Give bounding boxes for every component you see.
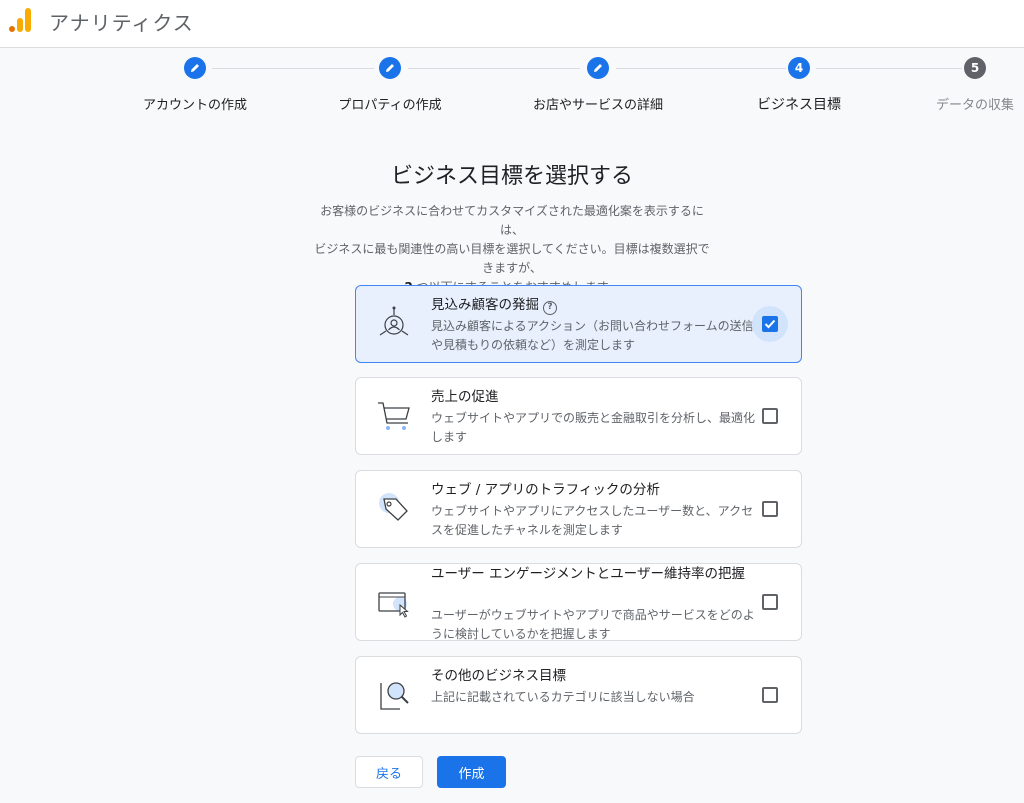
setup-stepper: 4 5 アカウントの作成 プロパティの作成 お店やサービスの詳細 ビジネス目標 …: [0, 48, 1024, 128]
objective-checkbox[interactable]: [762, 408, 778, 424]
page-title: ビジネス目標を選択する: [390, 164, 633, 189]
objective-checkbox[interactable]: [762, 687, 778, 703]
objective-checkbox-wrap[interactable]: [752, 398, 788, 434]
objective-title: ユーザー エンゲージメントとユーザー維持率の把握: [431, 566, 745, 582]
tag-icon: [379, 493, 408, 521]
step-2-edit-icon[interactable]: [379, 57, 401, 79]
objective-title: 売上の促進: [431, 389, 499, 405]
objective-checkbox-wrap[interactable]: [752, 677, 788, 713]
app-title: アナリティクス: [49, 11, 194, 35]
pencil-icon: [386, 64, 394, 72]
pencil-icon: [594, 64, 602, 72]
step-4-number: 4: [788, 57, 810, 79]
step-connector: [616, 68, 786, 69]
objective-checkbox[interactable]: [762, 501, 778, 517]
objective-card-other[interactable]: その他のビジネス目標 上記に記載されているカテゴリに該当しない場合: [355, 656, 802, 734]
step-3-edit-icon[interactable]: [587, 57, 609, 79]
step-label-account[interactable]: アカウントの作成: [143, 94, 247, 113]
description-line-1: お客様のビジネスに合わせてカスタマイズされた最適化案を表示するには、: [320, 204, 704, 237]
objective-card-web-traffic[interactable]: ウェブ / アプリのトラフィックの分析 ウェブサイトやアプリにアクセスしたユーザ…: [355, 470, 802, 548]
magnifier-icon: [380, 682, 409, 710]
objective-checkbox[interactable]: [762, 594, 778, 610]
objective-checkbox[interactable]: [762, 316, 778, 332]
step-label-property[interactable]: プロパティの作成: [338, 94, 441, 113]
objective-title: その他のビジネス目標: [431, 668, 566, 684]
objective-card-engagement[interactable]: ユーザー エンゲージメントとユーザー維持率の把握 ユーザーがウェブサイトやアプリ…: [355, 563, 802, 641]
lead-icon: [379, 306, 409, 336]
step-connector: [212, 68, 374, 69]
objective-title: ウェブ / アプリのトラフィックの分析: [431, 482, 660, 498]
objective-title: 見込み顧客の発掘?: [431, 296, 761, 315]
create-button[interactable]: 作成: [437, 756, 506, 788]
description-line-2: ビジネスに最も関連性の高い目標を選択してください。目標は複数選択できますが、: [314, 242, 710, 275]
back-button[interactable]: 戻る: [355, 756, 423, 788]
objective-checkbox-wrap[interactable]: [752, 306, 788, 342]
objective-checkbox-wrap[interactable]: [752, 584, 788, 620]
step-label-data-collection: データの収集: [935, 98, 1015, 113]
step-label-business-objectives: ビジネス目標: [757, 97, 841, 113]
analytics-logo-icon: [9, 8, 31, 32]
step-label-business-details[interactable]: お店やサービスの詳細: [533, 94, 663, 113]
page-description: お客様のビジネスに合わせてカスタマイズされた最適化案を表示するには、 ビジネスに…: [312, 202, 712, 297]
objective-description: 上記に記載されているカテゴリに該当しない場合: [431, 690, 695, 704]
objective-title-text: 見込み顧客の発掘: [431, 297, 539, 313]
browser-cursor-icon: [378, 592, 409, 618]
objective-description: ウェブサイトやアプリにアクセスしたユーザー数と、アクセスを促進したチャネルを測定…: [431, 504, 754, 537]
step-1-edit-icon[interactable]: [184, 57, 206, 79]
step-connector: [408, 68, 580, 69]
objective-card-lead-generation[interactable]: 見込み顧客の発掘? 見込み顧客によるアクション（お問い合わせフォームの送信や見積…: [355, 285, 802, 363]
objective-card-drive-sales[interactable]: 売上の促進 ウェブサイトやアプリでの販売と金融取引を分析し、最適化します: [355, 377, 802, 455]
top-bar: アナリティクス: [0, 0, 1024, 48]
step-5-number: 5: [964, 57, 986, 79]
objective-description: ユーザーがウェブサイトやアプリで商品やサービスをどのように検討しているかを把握し…: [431, 608, 755, 641]
help-icon[interactable]: ?: [543, 301, 557, 315]
step-connector: [816, 68, 962, 69]
objective-description: 見込み顧客によるアクション（お問い合わせフォームの送信や見積もりの依頼など）を測…: [431, 319, 754, 352]
cart-icon: [378, 402, 410, 430]
objective-description: ウェブサイトやアプリでの販売と金融取引を分析し、最適化します: [431, 411, 756, 444]
pencil-icon: [191, 64, 199, 72]
objective-checkbox-wrap[interactable]: [752, 491, 788, 527]
check-icon: [764, 319, 776, 329]
